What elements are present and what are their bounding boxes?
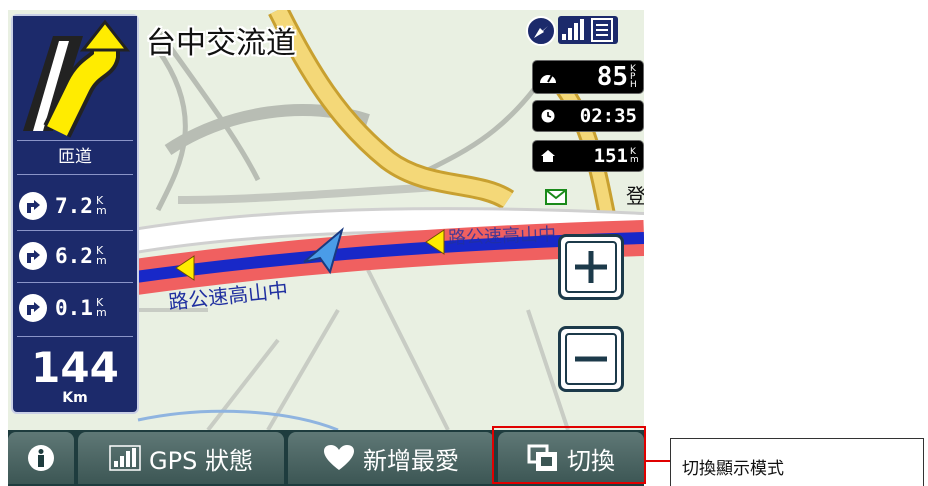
gps-signal-icon: [558, 16, 618, 48]
time-value: 02:35: [579, 105, 637, 127]
gps-status-button[interactable]: GPS 狀態: [78, 432, 284, 484]
callout-connector: [646, 460, 670, 462]
speed-display: 85 KPH: [532, 60, 644, 94]
divider: [17, 282, 133, 283]
distance-value: 6.2: [55, 244, 93, 268]
callout-text: 切換顯示模式: [682, 459, 784, 479]
total-distance-unit: Km: [62, 390, 88, 406]
distance-row: 7.2 Km: [17, 186, 135, 226]
street-label: 登: [626, 184, 644, 208]
navigation-screen: 路公速高山中 路公速高山中 登 台中交流道 匝道 7.2 Km 6.2 Km 0…: [8, 10, 644, 486]
distance-value: 7.2: [55, 194, 93, 218]
zoom-out-button[interactable]: [558, 326, 624, 392]
street-label: 路公速高山中: [447, 224, 557, 249]
speedometer-icon: [537, 70, 559, 84]
distance-unit: Km: [95, 244, 107, 267]
distance-value: 0.1: [55, 296, 93, 320]
road-name: 台中交流道: [146, 26, 296, 61]
turn-right-icon: [19, 242, 47, 270]
distance-row: 0.1 Km: [17, 288, 135, 328]
distance-unit: Km: [95, 296, 107, 319]
turn-right-icon: [19, 294, 47, 322]
home-distance-display: 151 Km: [532, 140, 644, 172]
divider: [17, 174, 133, 175]
turn-right-icon: [19, 192, 47, 220]
heart-icon: [323, 444, 355, 472]
guidance-panel: 匝道 7.2 Km 6.2 Km 0.1 Km 144 Km: [11, 14, 139, 414]
divider: [17, 336, 133, 337]
add-favorite-label: 新增最愛: [363, 446, 459, 475]
home-distance-unit: Km: [630, 147, 639, 165]
add-favorite-button[interactable]: 新增最愛: [288, 432, 494, 484]
info-icon: [26, 443, 56, 473]
home-distance-value: 151: [593, 145, 628, 167]
time-display: 02:35: [532, 100, 644, 132]
turn-label: 匝道: [58, 147, 92, 167]
info-button[interactable]: [8, 432, 74, 484]
plus-icon: [575, 251, 607, 283]
divider: [17, 230, 133, 231]
zoom-in-button[interactable]: [558, 234, 624, 300]
gps-status-label: GPS 狀態: [149, 446, 253, 475]
speed-unit: KPH: [630, 64, 637, 90]
gps-signal-icon: [109, 445, 141, 471]
turn-arrow-icon: [13, 16, 137, 138]
compass-icon[interactable]: [526, 16, 556, 46]
total-distance: 144: [31, 343, 119, 392]
divider: [17, 140, 133, 141]
speed-value: 85: [596, 62, 628, 92]
home-icon: [537, 149, 559, 163]
clock-icon: [537, 109, 559, 123]
distance-unit: Km: [95, 194, 107, 217]
minus-icon: [575, 356, 607, 362]
highlight-box: [492, 426, 646, 484]
distance-row: 6.2 Km: [17, 236, 135, 276]
